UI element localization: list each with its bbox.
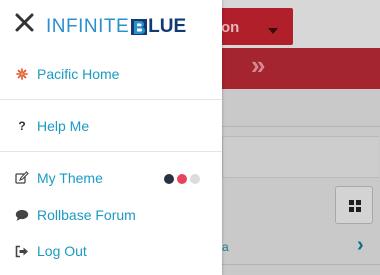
grid-view-button[interactable] — [335, 186, 373, 224]
page: on » a › INFINITE LUE Pacific Home ? Hel… — [0, 0, 380, 275]
menu-item-pacific-home[interactable]: Pacific Home — [0, 61, 222, 87]
theme-color-picker — [164, 174, 200, 184]
question-icon: ? — [18, 119, 26, 133]
sidebar-drawer: INFINITE LUE Pacific Home ? Help Me My T… — [0, 0, 222, 275]
menu-item-label: Help Me — [37, 118, 90, 134]
menu-item-label: Rollbase Forum — [37, 207, 136, 223]
background-panel — [222, 136, 379, 178]
infinite-blue-logo: INFINITE LUE — [46, 16, 186, 38]
menu-item-label: Pacific Home — [37, 66, 120, 82]
background-link-fragment[interactable]: a — [222, 240, 229, 254]
theme-swatch-dark[interactable] — [164, 174, 174, 184]
double-chevron-right-icon[interactable]: » — [251, 50, 266, 81]
logo-b-mark-icon — [131, 19, 148, 35]
menu-item-help-me[interactable]: ? Help Me — [0, 113, 222, 139]
menu-item-rollbase-forum[interactable]: Rollbase Forum — [0, 202, 222, 228]
chevron-right-icon[interactable]: › — [357, 234, 364, 257]
edit-icon — [14, 170, 30, 186]
grid-icon-cell — [356, 207, 361, 212]
pacific-flower-icon — [14, 66, 30, 82]
caret-down-icon — [268, 28, 278, 34]
menu-item-label: My Theme — [37, 170, 103, 186]
logo-text-infinite: INFINITE — [46, 16, 130, 37]
background-app-selector-label: on — [221, 19, 240, 36]
background-divider — [222, 264, 380, 265]
background-divider — [222, 126, 380, 127]
close-icon[interactable] — [14, 12, 36, 34]
theme-swatch-red[interactable] — [177, 174, 187, 184]
sign-out-icon — [14, 243, 30, 259]
chat-bubble-icon — [14, 207, 30, 223]
grid-icon-cell — [349, 200, 354, 205]
menu-item-log-out[interactable]: Log Out — [0, 238, 222, 264]
theme-swatch-light[interactable] — [190, 174, 200, 184]
menu-item-label: Log Out — [37, 243, 87, 259]
menu-divider — [0, 151, 222, 152]
logo-text-blue: LUE — [148, 16, 187, 37]
grid-icon-cell — [349, 207, 354, 212]
grid-icon-cell — [356, 200, 361, 205]
menu-divider — [0, 99, 222, 100]
